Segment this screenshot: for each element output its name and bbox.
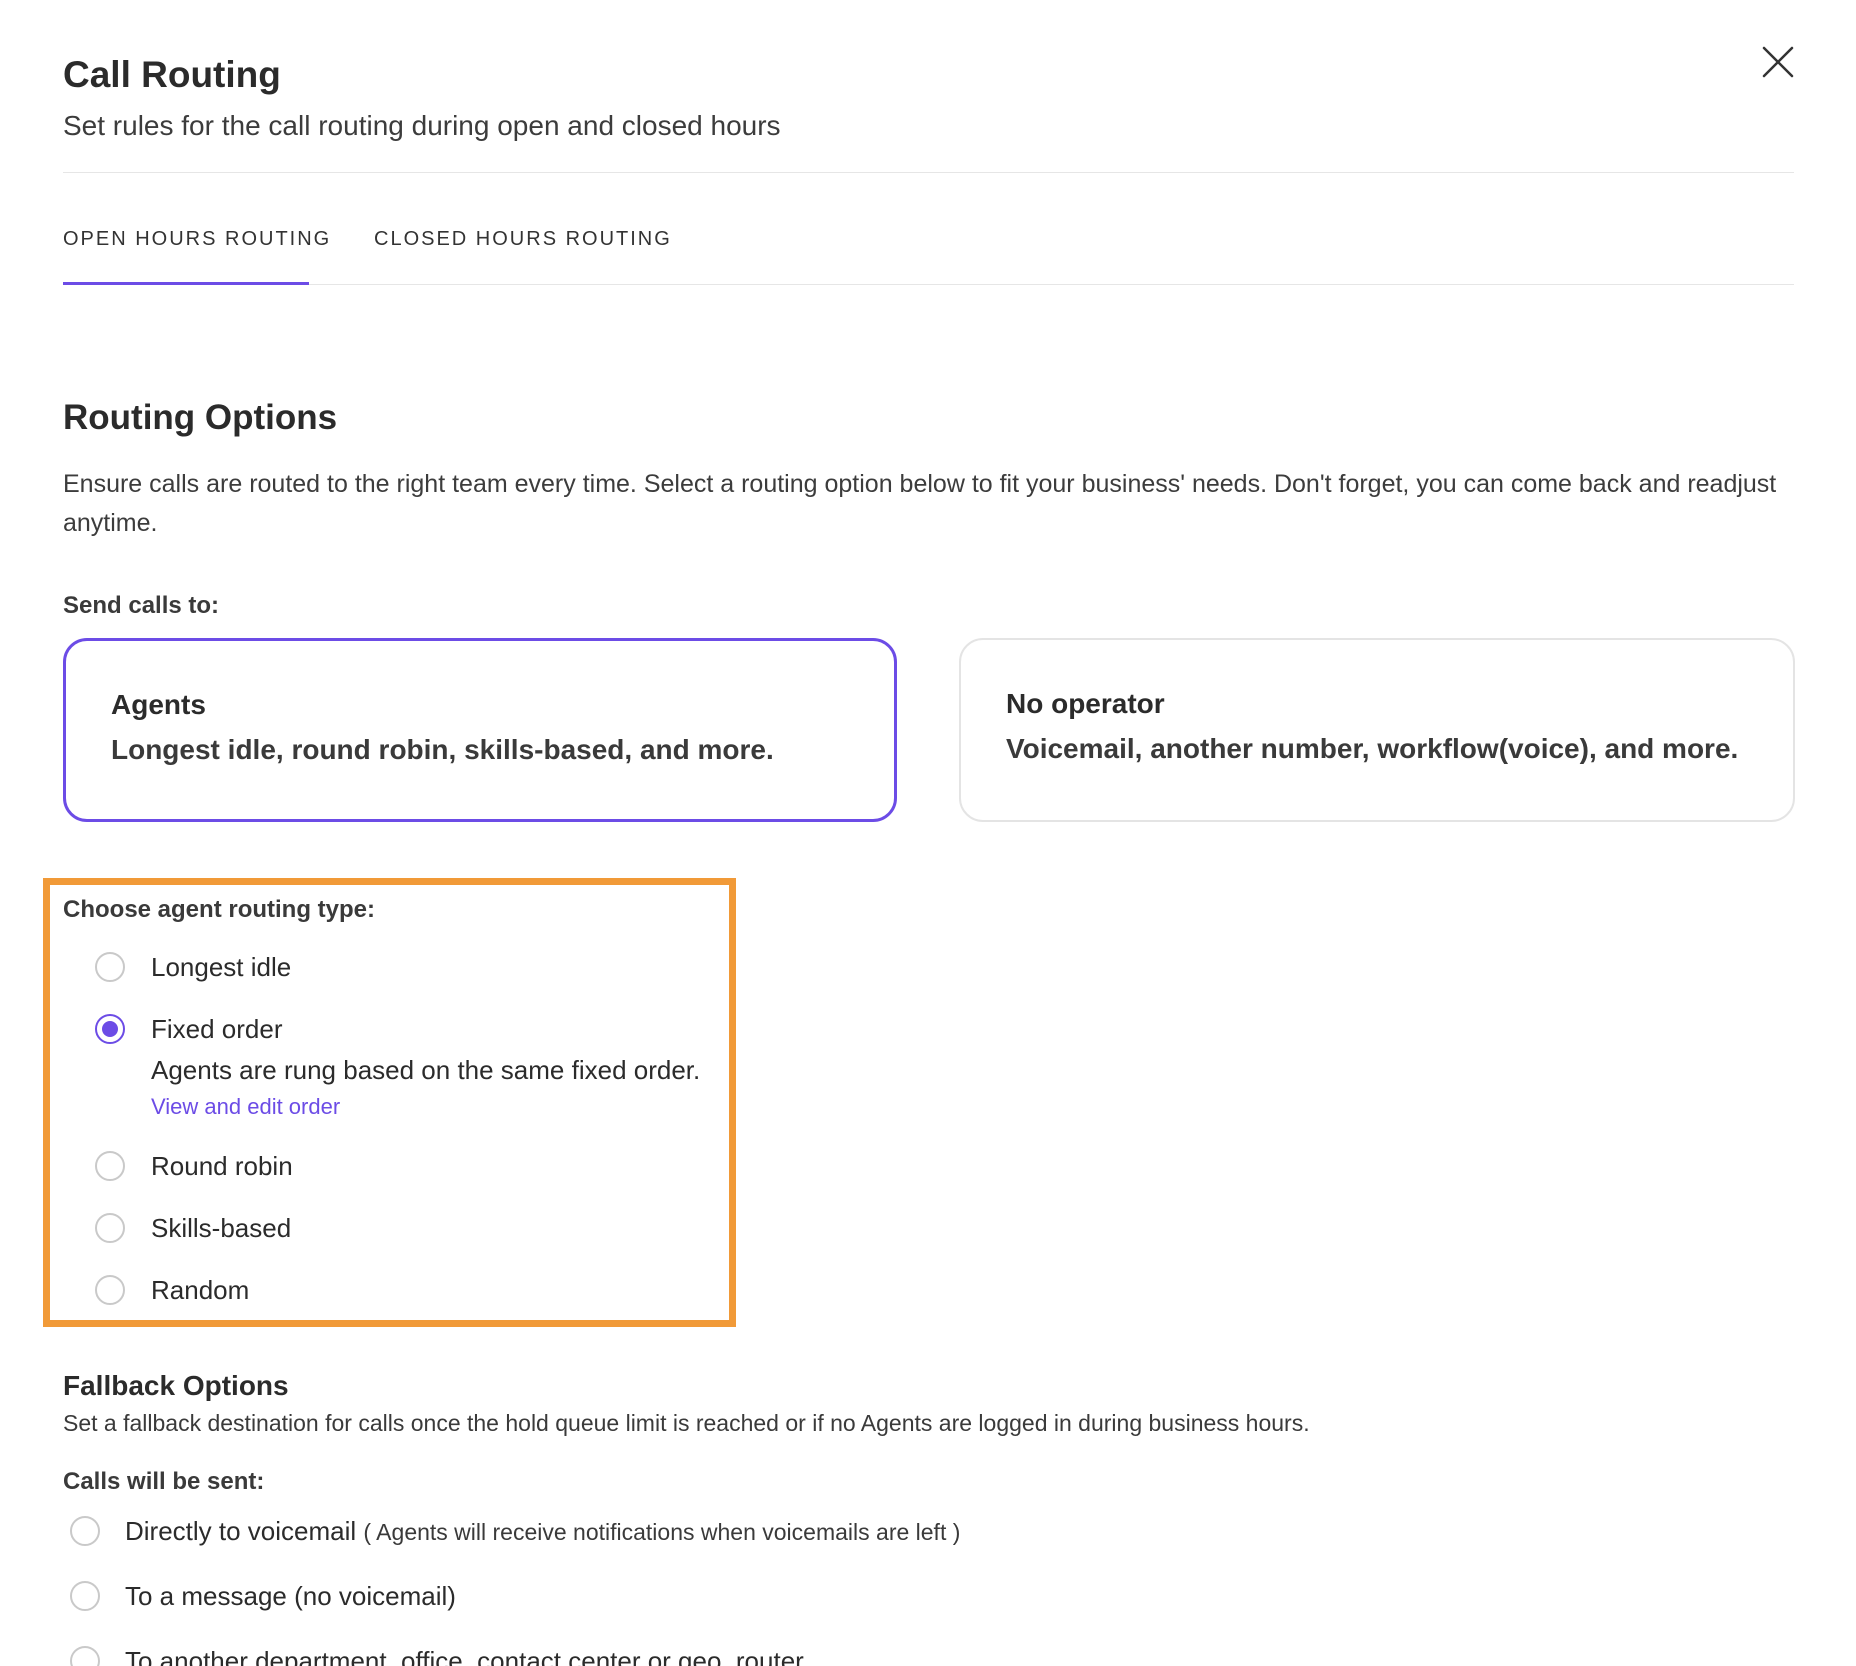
fallback-options-description: Set a fallback destination for calls onc… (63, 1410, 1310, 1436)
send-calls-label: Send calls to: (63, 592, 220, 619)
close-button[interactable] (1758, 42, 1798, 82)
radio-button[interactable] (70, 1581, 100, 1611)
radio-button[interactable] (95, 952, 125, 982)
view-edit-order-link[interactable]: View and edit order (151, 1094, 340, 1120)
card-description: Longest idle, round robin, skills-based,… (111, 734, 774, 765)
radio-button[interactable] (95, 1275, 125, 1305)
tab-closed-hours-routing[interactable]: CLOSED HOURS ROUTING (374, 228, 672, 285)
card-title: Agents (111, 689, 206, 720)
modal-title: Call Routing (63, 54, 281, 95)
modal-subtitle: Set rules for the call routing during op… (63, 110, 781, 141)
highlight-annotation-box (43, 878, 736, 1327)
radio-button[interactable] (70, 1516, 100, 1546)
radio-label: Random (151, 1275, 250, 1305)
radio-label: To another department, office, contact c… (125, 1646, 804, 1666)
radio-label: To a message (no voicemail) (125, 1581, 456, 1611)
fallback-options-title: Fallback Options (63, 1370, 289, 1401)
routing-options-title: Routing Options (63, 398, 338, 437)
close-icon (1762, 46, 1794, 78)
routing-options-description: Ensure calls are routed to the right tea… (63, 470, 1777, 537)
card-description: Voicemail, another number, workflow(voic… (1006, 733, 1739, 764)
fixed-order-description: Agents are rung based on the same fixed … (151, 1055, 701, 1085)
option-note: ( Agents will receive notifications when… (363, 1519, 961, 1545)
no-operator-option-card[interactable]: No operator Voicemail, another number, w… (959, 638, 1795, 822)
agent-routing-type-label: Choose agent routing type: (63, 896, 375, 923)
call-routing-modal: Call Routing Set rules for the call rout… (0, 0, 1856, 1666)
radio-label: Round robin (151, 1151, 293, 1181)
radio-label: Longest idle (151, 952, 292, 982)
option-label: Directly to voicemail (125, 1516, 357, 1546)
routing-tabs: OPEN HOURS ROUTING CLOSED HOURS ROUTING (63, 228, 1794, 285)
agents-option-card[interactable]: Agents Longest idle, round robin, skills… (63, 638, 897, 822)
card-title: No operator (1006, 688, 1165, 719)
radio-button[interactable] (95, 1213, 125, 1243)
tab-open-hours-routing[interactable]: OPEN HOURS ROUTING (63, 228, 329, 285)
radio-button-checked[interactable] (95, 1014, 125, 1044)
radio-label: Skills-based (151, 1213, 292, 1243)
radio-label: Fixed order (151, 1014, 283, 1044)
radio-label: Directly to voicemail ( Agents will rece… (125, 1515, 960, 1548)
header-divider (63, 172, 1794, 173)
radio-button[interactable] (95, 1151, 125, 1181)
radio-button[interactable] (70, 1646, 100, 1666)
calls-will-be-sent-label: Calls will be sent: (63, 1468, 265, 1495)
